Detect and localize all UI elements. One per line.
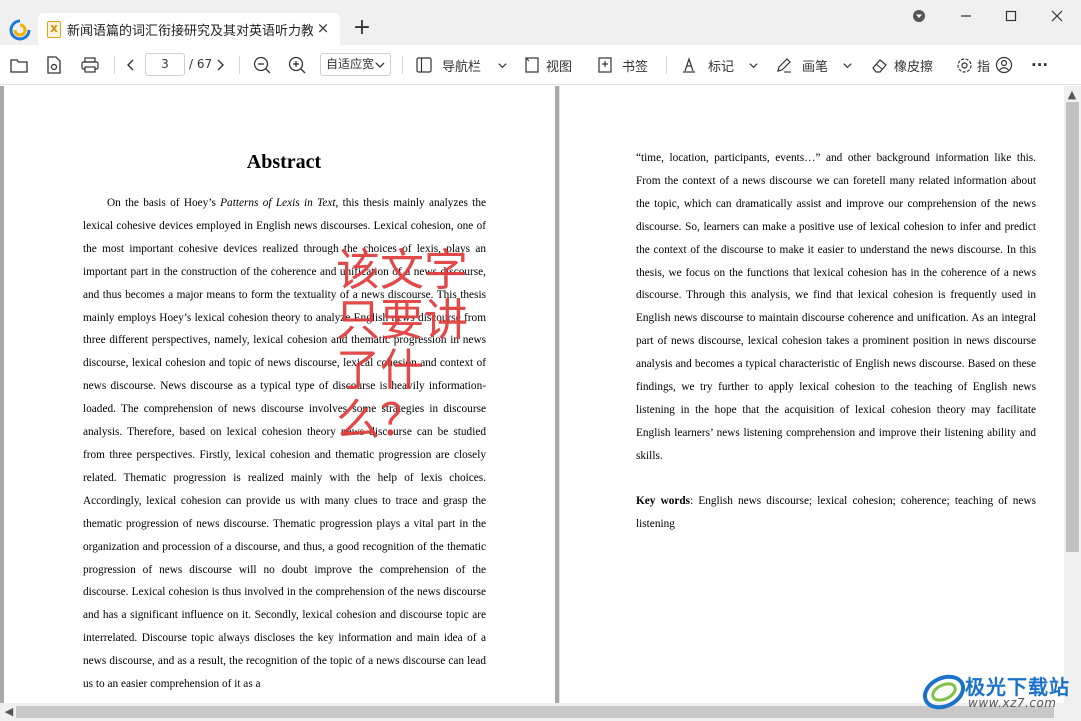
scroll-up-icon[interactable]: ▲ <box>1065 88 1079 102</box>
navigation-pane-button[interactable]: 导航栏 <box>416 55 508 75</box>
next-page-icon[interactable] <box>215 55 225 75</box>
save-file-icon[interactable] <box>46 55 62 75</box>
keywords-line: Key words: English news discourse; lexic… <box>636 495 1037 530</box>
tab-title: 新闻语篇的词汇衔接研究及其对英语听力教... <box>67 23 313 39</box>
title-bar: X 新闻语篇的词汇衔接研究及其对英语听力教... × + <box>0 0 1081 45</box>
app-logo-icon <box>9 19 31 41</box>
page-total: / 67 <box>189 57 213 71</box>
pdf-file-icon: X <box>47 20 61 38</box>
chevron-down-icon <box>375 62 385 68</box>
open-folder-icon[interactable] <box>10 55 28 75</box>
pen-icon <box>777 58 791 73</box>
scroll-left-icon[interactable]: ◀ <box>2 705 16 719</box>
page-view-icon <box>525 57 539 73</box>
horizontal-scroll-thumb[interactable] <box>16 706 1054 718</box>
user-account-icon[interactable] <box>995 55 1013 75</box>
page-number-input[interactable]: 3 <box>145 53 185 76</box>
pdf-page-left: Abstract On the basis of Hoey’s Patterns… <box>4 86 555 703</box>
tab-close-icon[interactable]: × <box>316 21 330 36</box>
mark-button[interactable]: 标记 <box>681 55 759 75</box>
minimize-button[interactable] <box>955 6 977 26</box>
more-options-icon[interactable]: ··· <box>1031 55 1048 75</box>
zoom-in-icon[interactable] <box>288 55 306 75</box>
pdf-page-right: “time, location, participants, events…” … <box>560 86 1064 703</box>
sidebar-icon <box>416 57 432 73</box>
site-url: www.xz7.com <box>968 696 1057 710</box>
eraser-button[interactable]: 橡皮擦 <box>871 55 933 75</box>
account-menu-icon[interactable] <box>908 6 930 26</box>
print-icon[interactable] <box>81 55 99 75</box>
toolbar: 3 / 67 自适应宽 导航栏 视图 书签 标记 画笔 橡皮擦 指 ··· <box>0 45 1081 85</box>
eraser-icon <box>872 59 887 73</box>
vertical-scroll-thumb[interactable] <box>1066 102 1079 552</box>
zoom-out-icon[interactable] <box>253 55 271 75</box>
chevron-down-icon[interactable] <box>497 60 508 71</box>
handwritten-annotation[interactable]: 该文字只要讲了什么？ <box>336 246 506 446</box>
maximize-button[interactable] <box>1000 6 1022 26</box>
chevron-down-icon[interactable] <box>748 60 759 71</box>
bookmark-icon <box>598 57 612 73</box>
highlighter-icon <box>683 57 695 73</box>
abstract-heading: Abstract <box>246 151 322 173</box>
view-button[interactable]: 视图 <box>524 55 572 75</box>
bookmark-button[interactable]: 书签 <box>597 55 648 75</box>
zoom-mode-select[interactable]: 自适应宽 <box>320 53 391 76</box>
new-tab-button[interactable]: + <box>352 17 372 39</box>
chevron-down-icon[interactable] <box>842 60 853 71</box>
document-viewport[interactable]: Abstract On the basis of Hoey’s Patterns… <box>0 86 1064 703</box>
settings-button[interactable]: 指 <box>956 55 990 75</box>
previous-page-icon[interactable] <box>126 55 136 75</box>
close-window-button[interactable] <box>1046 6 1068 26</box>
abstract-continuation: “time, location, participants, events…” … <box>636 152 1036 462</box>
gear-icon <box>957 57 972 73</box>
document-tab[interactable]: X 新闻语篇的词汇衔接研究及其对英语听力教... × <box>38 13 340 45</box>
pen-button[interactable]: 画笔 <box>776 55 853 75</box>
